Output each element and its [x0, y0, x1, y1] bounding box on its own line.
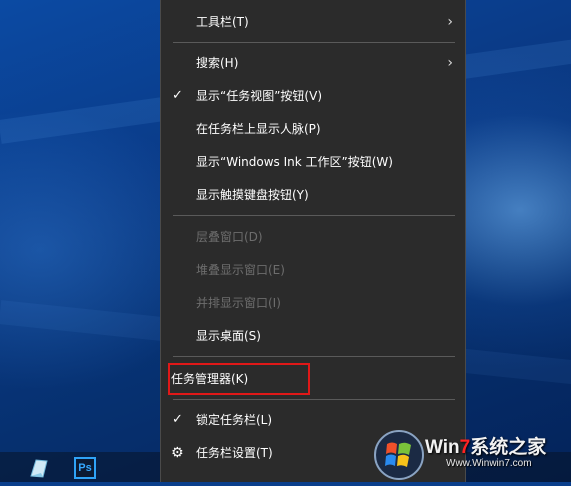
menu-item-label: 工具栏(T)	[196, 15, 249, 29]
taskbar-context-menu: 工具栏(T) › 搜索(H) › ✓ 显示“任务视图”按钮(V) 在任务栏上显示…	[160, 0, 466, 482]
windows-logo-icon	[374, 430, 424, 480]
menu-item-label: 并排显示窗口(I)	[196, 296, 281, 310]
checkmark-icon: ✓	[172, 412, 183, 427]
menu-item-side-by-side-windows: 并排显示窗口(I)	[161, 288, 465, 318]
menu-item-label: 任务栏设置(T)	[196, 446, 273, 460]
menu-item-label: 显示“Windows Ink 工作区”按钮(W)	[196, 155, 393, 169]
menu-item-label: 显示触摸键盘按钮(Y)	[196, 188, 309, 202]
menu-item-search[interactable]: 搜索(H) ›	[161, 48, 465, 78]
menu-item-label: 层叠窗口(D)	[196, 230, 263, 244]
gear-icon: ⚙	[171, 445, 184, 461]
chevron-right-icon: ›	[447, 55, 453, 71]
menu-item-cascade-windows: 层叠窗口(D)	[161, 222, 465, 252]
menu-item-label: 搜索(H)	[196, 56, 239, 70]
menu-item-label: 堆叠显示窗口(E)	[196, 263, 285, 277]
menu-separator	[173, 356, 455, 357]
menu-separator	[173, 399, 455, 400]
watermark-brand-seven: 7	[459, 437, 471, 458]
menu-item-label: 显示桌面(S)	[196, 329, 261, 343]
menu-separator	[173, 215, 455, 216]
menu-item-label: 锁定任务栏(L)	[196, 413, 273, 427]
watermark-brand-suffix: 系统之家	[470, 437, 547, 458]
checkmark-icon: ✓	[172, 88, 183, 103]
menu-item-show-task-view-button[interactable]: ✓ 显示“任务视图”按钮(V)	[161, 81, 465, 111]
menu-item-label: 显示“任务视图”按钮(V)	[196, 89, 323, 103]
chevron-right-icon: ›	[447, 14, 453, 30]
menu-item-show-touch-keyboard-button[interactable]: 显示触摸键盘按钮(Y)	[161, 180, 465, 210]
menu-item-toolbars[interactable]: 工具栏(T) ›	[161, 7, 465, 37]
menu-item-label: 在任务栏上显示人脉(P)	[196, 122, 321, 136]
menu-item-stack-windows: 堆叠显示窗口(E)	[161, 255, 465, 285]
sticky-notes-icon[interactable]	[28, 457, 50, 479]
watermark-brand-prefix: Win	[425, 437, 460, 458]
menu-item-show-windows-ink-button[interactable]: 显示“Windows Ink 工作区”按钮(W)	[161, 147, 465, 177]
watermark-url: Www.Winwin7.com	[446, 458, 532, 469]
watermark-brand: Win7系统之家	[425, 432, 546, 459]
task-manager-highlight-box	[168, 363, 310, 395]
menu-separator	[173, 42, 455, 43]
menu-item-show-desktop[interactable]: 显示桌面(S)	[161, 321, 465, 351]
photoshop-icon[interactable]: Ps	[74, 457, 96, 479]
menu-item-show-people[interactable]: 在任务栏上显示人脉(P)	[161, 114, 465, 144]
